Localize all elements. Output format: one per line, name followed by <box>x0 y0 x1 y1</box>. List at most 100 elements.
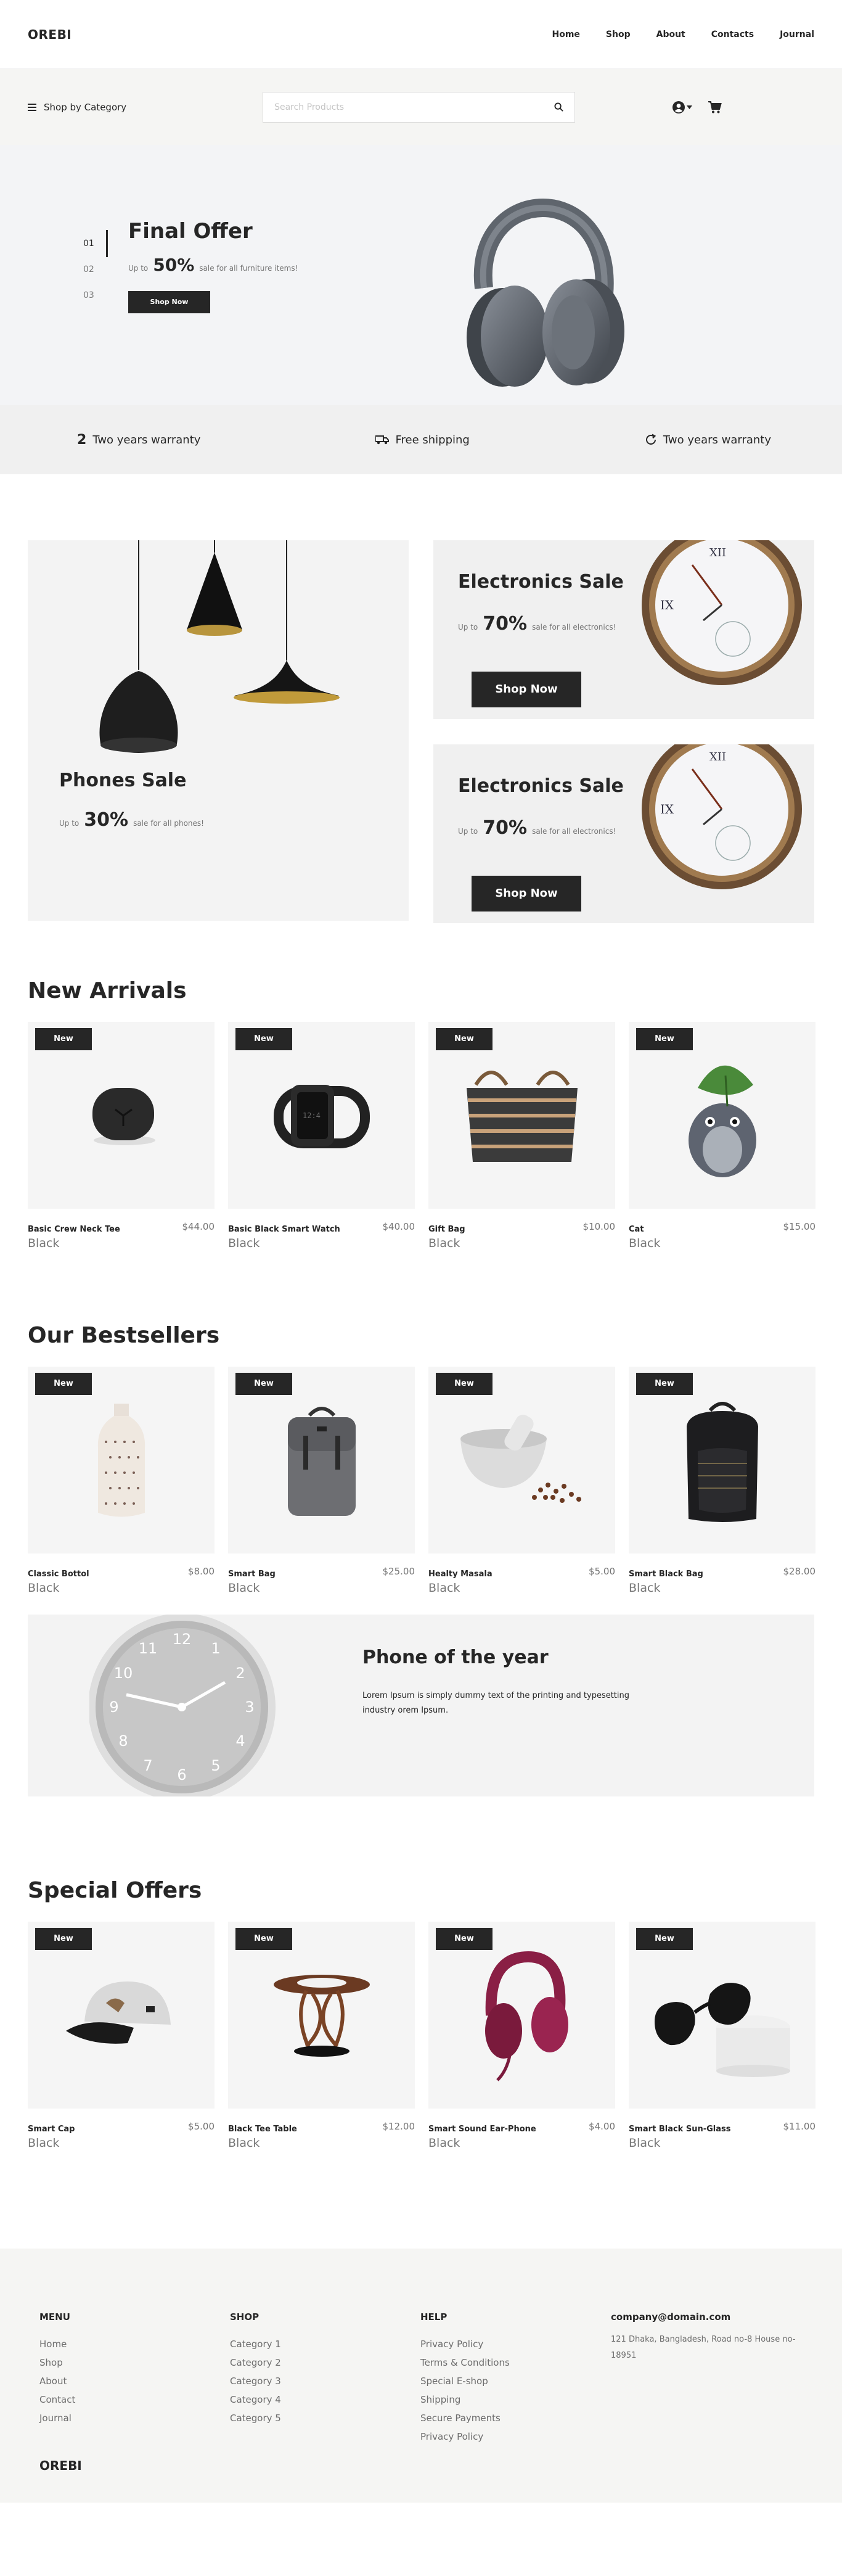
product-name[interactable]: Cat <box>629 1221 644 1234</box>
nav-journal[interactable]: Journal <box>780 30 814 39</box>
product-name[interactable]: Basic Crew Neck Tee <box>28 1221 120 1234</box>
footer-link-shop[interactable]: Shop <box>39 2353 75 2372</box>
footer-link-privacy-2[interactable]: Privacy Policy <box>420 2427 510 2446</box>
product-image[interactable]: New <box>28 1022 215 1209</box>
footer-link-secure-payments[interactable]: Secure Payments <box>420 2409 510 2427</box>
footer-link-terms[interactable]: Terms & Conditions <box>420 2353 510 2372</box>
product-image[interactable]: New 12:4 <box>228 1022 415 1209</box>
search-input[interactable] <box>274 102 554 112</box>
hero-percent: 50% <box>153 255 195 275</box>
product-image[interactable]: New <box>629 1022 815 1209</box>
product-card[interactable]: New Black Tee Table $12.00 Black <box>228 1922 415 2150</box>
product-card[interactable]: New Healty Masala $5.00 Black <box>428 1367 615 1595</box>
product-name[interactable]: Smart Cap <box>28 2121 75 2134</box>
hero-subtitle: sale for all furniture items! <box>199 264 298 273</box>
promo-section: Phones Sale Up to 30% sale for all phone… <box>0 540 842 923</box>
search-icon[interactable] <box>554 102 563 112</box>
product-name[interactable]: Smart Sound Ear-Phone <box>428 2121 536 2134</box>
svg-text:11: 11 <box>139 1640 158 1657</box>
nav-about[interactable]: About <box>656 30 685 39</box>
product-name[interactable]: Healty Masala <box>428 1566 493 1579</box>
promo-phones-sale[interactable]: Phones Sale Up to 30% sale for all phone… <box>28 540 409 921</box>
section-title: Special Offers <box>28 1878 202 1903</box>
product-name[interactable]: Classic Bottol <box>28 1566 89 1579</box>
search-box <box>263 91 575 123</box>
footer-col-title: HELP <box>420 2311 448 2323</box>
user-icon <box>672 101 685 113</box>
product-card[interactable]: New Smart Black Sun-Glass $11.00 Black <box>629 1922 815 2150</box>
product-image[interactable]: New <box>629 1922 815 2109</box>
search-bar-section: Shop by Category <box>0 69 842 145</box>
cart-icon[interactable] <box>708 101 722 113</box>
product-image[interactable]: New <box>228 1367 415 1553</box>
product-card[interactable]: New Cat $15.00 Black <box>629 1022 815 1250</box>
product-image[interactable]: New <box>428 1922 615 2109</box>
product-name[interactable]: Basic Black Smart Watch <box>228 1221 340 1234</box>
footer-link-privacy[interactable]: Privacy Policy <box>420 2335 510 2353</box>
promo-electronics-sale-2[interactable]: IX XII Electronics Sale Up to 70% sale f… <box>433 744 814 923</box>
footer-link-journal[interactable]: Journal <box>39 2409 75 2427</box>
slide-dot-3[interactable]: 03 <box>83 290 108 300</box>
product-image[interactable]: New <box>629 1367 815 1553</box>
product-image[interactable]: New <box>28 1367 215 1553</box>
promo-shop-now-button[interactable]: Shop Now <box>472 876 581 911</box>
product-card[interactable]: New Smart Bag $25.00 Black <box>228 1367 415 1595</box>
product-name[interactable]: Black Tee Table <box>228 2121 297 2134</box>
product-card[interactable]: New Gift Bag $10.00 Black <box>428 1022 615 1250</box>
slide-dot-1[interactable]: 01 <box>83 230 108 257</box>
footer-link-contact[interactable]: Contact <box>39 2390 75 2409</box>
product-name[interactable]: Smart Black Bag <box>629 1566 703 1579</box>
footer-address: 121 Dhaka, Bangladesh, Road no-8 House n… <box>611 2335 796 2360</box>
product-image[interactable]: New <box>428 1367 615 1553</box>
new-badge: New <box>436 1373 493 1395</box>
new-badge: New <box>235 1373 292 1395</box>
footer-link-category-5[interactable]: Category 5 <box>230 2409 281 2427</box>
nav-home[interactable]: Home <box>552 30 579 39</box>
product-card[interactable]: New Smart Black Bag $28.00 Black <box>629 1367 815 1595</box>
nav-contacts[interactable]: Contacts <box>711 30 754 39</box>
hero-shop-now-button[interactable]: Shop Now <box>128 291 210 313</box>
product-image[interactable]: New <box>428 1022 615 1209</box>
product-image[interactable]: New <box>228 1922 415 2109</box>
footer-link-category-2[interactable]: Category 2 <box>230 2353 281 2372</box>
smart-watch-image: 12:4 <box>273 1084 370 1148</box>
main-nav: Home Shop About Contacts Journal <box>526 30 814 39</box>
nav-shop[interactable]: Shop <box>606 30 631 39</box>
promo-shop-now-button[interactable]: Shop Now <box>472 672 581 707</box>
product-name[interactable]: Gift Bag <box>428 1221 465 1234</box>
footer-col-title: MENU <box>39 2311 70 2323</box>
new-badge: New <box>35 1928 92 1950</box>
product-name[interactable]: Smart Bag <box>228 1566 276 1579</box>
phone-of-year-banner[interactable]: 12 1 2 3 4 5 6 7 8 9 10 11 Phone of the … <box>28 1615 814 1796</box>
product-card[interactable]: New Basic Crew Neck Tee $44.00 Black <box>28 1022 215 1250</box>
product-card[interactable]: New Classic Bottol $8.00 Black <box>28 1367 215 1595</box>
footer-link-category-4[interactable]: Category 4 <box>230 2390 281 2409</box>
product-name[interactable]: Smart Black Sun-Glass <box>629 2121 731 2134</box>
refresh-icon <box>645 434 656 445</box>
footer-email[interactable]: company@domain.com <box>611 2311 814 2323</box>
hero-banner: 01 02 03 Final Offer Up to 50% sale for … <box>0 145 842 405</box>
product-card[interactable]: New Smart Cap $5.00 Black <box>28 1922 215 2150</box>
site-logo[interactable]: OREBI <box>28 27 72 42</box>
product-meta: Cat $15.00 <box>629 1221 815 1234</box>
footer-link-about[interactable]: About <box>39 2372 75 2390</box>
footer-link-category-3[interactable]: Category 3 <box>230 2372 281 2390</box>
footer-link-home[interactable]: Home <box>39 2335 75 2353</box>
product-card[interactable]: New 12:4 Basic Black Smart Watch $40.00 … <box>228 1022 415 1250</box>
footer-logo[interactable]: OREBI <box>39 2458 82 2473</box>
slide-dot-2[interactable]: 02 <box>83 265 108 274</box>
product-image[interactable]: New <box>28 1922 215 2109</box>
product-card[interactable]: New Smart Sound Ear-Phone $4.00 Black <box>428 1922 615 2150</box>
svg-text:5: 5 <box>211 1757 220 1774</box>
product-meta: Basic Black Smart Watch $40.00 <box>228 1221 415 1234</box>
footer-contact-column: company@domain.com 121 Dhaka, Bangladesh… <box>611 2311 814 2364</box>
promo-electronics-sale-1[interactable]: IX XII Electronics Sale Up to 70% sale f… <box>433 540 814 719</box>
footer-link-category-1[interactable]: Category 1 <box>230 2335 281 2353</box>
promo-big-up-to: Up to <box>59 819 80 828</box>
shop-by-category[interactable]: Shop by Category <box>28 102 263 113</box>
footer-link-special-eshop[interactable]: Special E-shop <box>420 2372 510 2390</box>
plush-toy-image <box>688 1065 756 1177</box>
new-badge: New <box>35 1028 92 1050</box>
footer-link-shipping[interactable]: Shipping <box>420 2390 510 2409</box>
user-menu[interactable] <box>672 101 692 113</box>
